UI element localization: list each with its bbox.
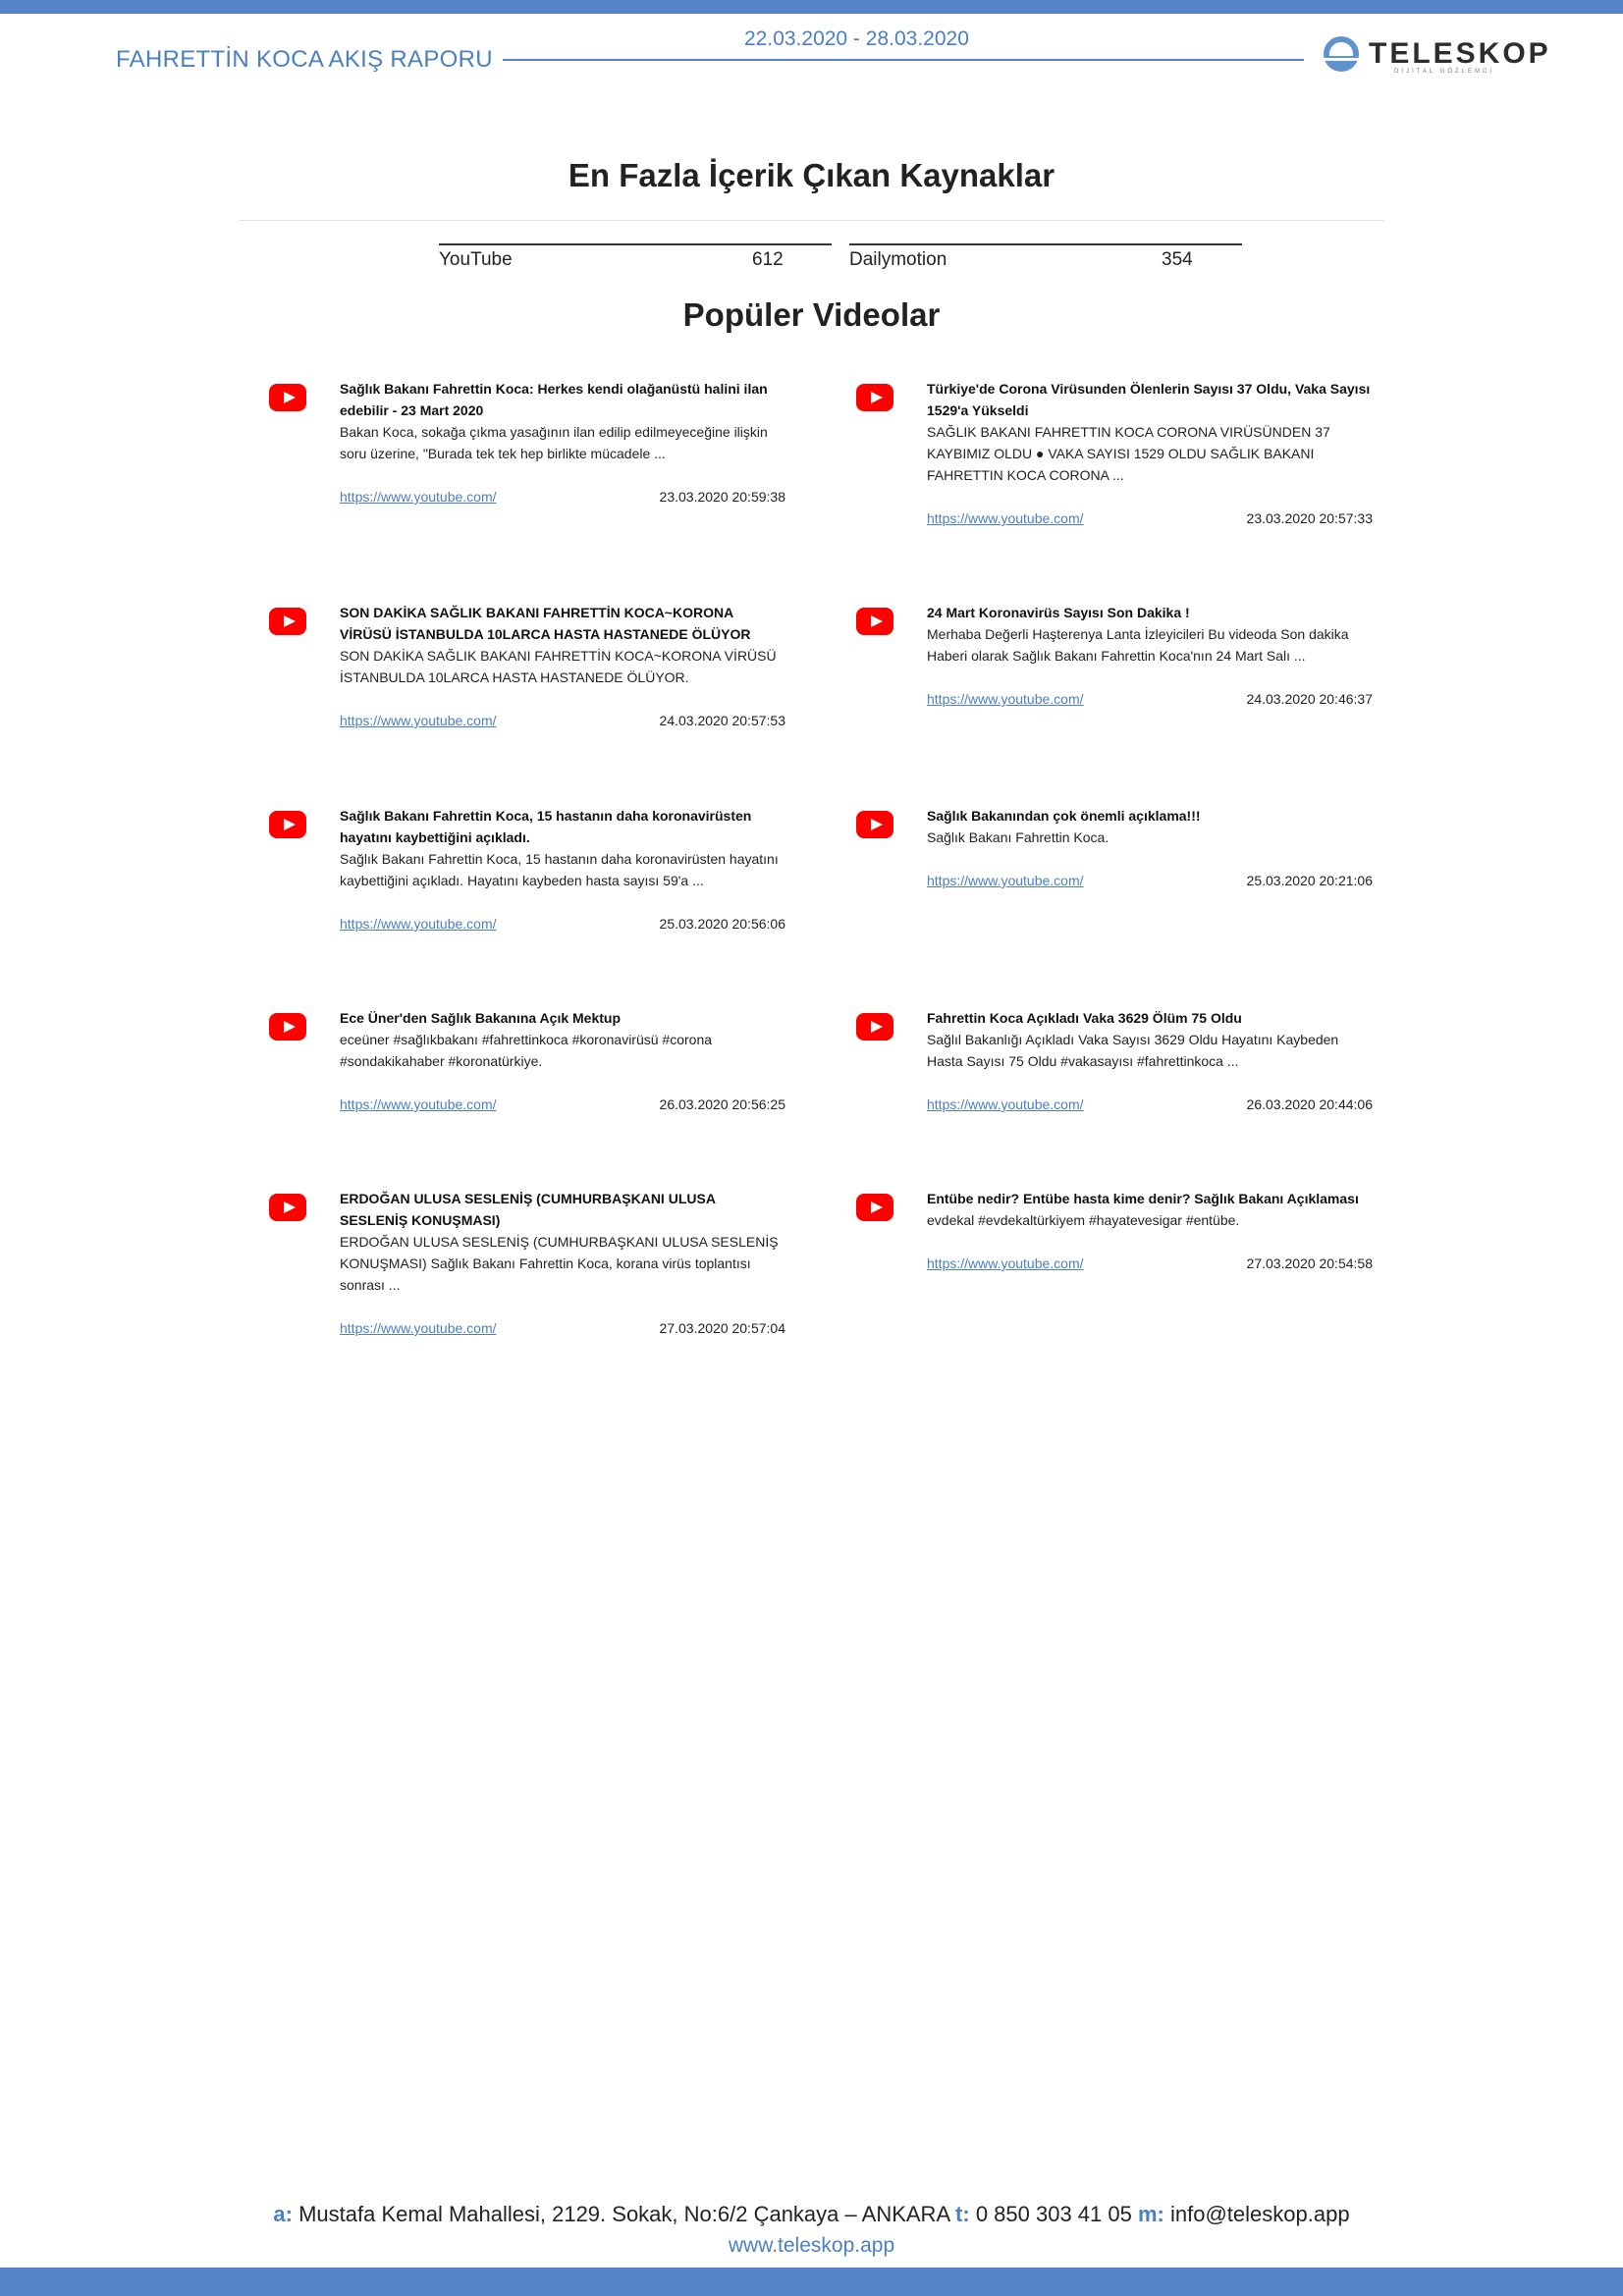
youtube-icon	[856, 811, 893, 838]
video-item: Fahrettin Koca Açıkladı Vaka 3629 Ölüm 7…	[927, 1007, 1373, 1115]
top-accent-bar	[0, 0, 1623, 14]
video-date: 26.03.2020 20:44:06	[1246, 1096, 1373, 1112]
video-link[interactable]: https://www.youtube.com/	[927, 870, 1084, 891]
video-date: 23.03.2020 20:57:33	[1246, 510, 1373, 526]
video-description: Sağlık Bakanı Fahrettin Koca, 15 hastanı…	[340, 851, 779, 888]
youtube-icon	[269, 811, 306, 838]
footer-address: Mustafa Kemal Mahallesi, 2129. Sokak, No…	[298, 2202, 949, 2226]
video-description: evdekal #evdekaltürkiyem #hayatevesigar …	[927, 1212, 1240, 1228]
video-date: 25.03.2020 20:56:06	[659, 916, 785, 932]
video-link[interactable]: https://www.youtube.com/	[340, 486, 497, 507]
video-link[interactable]: https://www.youtube.com/	[927, 1094, 1084, 1115]
video-title[interactable]: Sağlık Bakanı Fahrettin Koca, 15 hastanı…	[340, 805, 785, 848]
youtube-icon	[269, 1013, 306, 1041]
source-item-youtube: YouTube 612	[439, 243, 832, 270]
video-link[interactable]: https://www.youtube.com/	[340, 1317, 497, 1339]
video-item: 24 Mart Koronavirüs Sayısı Son Dakika ! …	[927, 602, 1373, 710]
footer-contact: a: Mustafa Kemal Mahallesi, 2129. Sokak,…	[0, 2202, 1623, 2227]
video-description: ERDOĞAN ULUSA SESLENİŞ (CUMHURBAŞKANI UL…	[340, 1234, 779, 1293]
source-item-dailymotion: Dailymotion 354	[849, 243, 1242, 270]
source-count: 612	[752, 249, 784, 270]
video-item: Entübe nedir? Entübe hasta kime denir? S…	[927, 1188, 1373, 1274]
logo-subtext: DİJİTAL GÖZLEMCİ	[1394, 69, 1495, 75]
video-title[interactable]: Entübe nedir? Entübe hasta kime denir? S…	[927, 1188, 1373, 1209]
video-description: Sağlık Bakanı Fahrettin Koca.	[927, 829, 1109, 845]
source-name: Dailymotion	[849, 249, 947, 270]
footer-phone[interactable]: 0 850 303 41 05	[976, 2202, 1132, 2226]
footer-email[interactable]: info@teleskop.app	[1170, 2202, 1350, 2226]
video-title[interactable]: SON DAKİKA SAĞLIK BAKANI FAHRETTİN KOCA~…	[340, 602, 785, 645]
video-date: 27.03.2020 20:57:04	[659, 1320, 785, 1336]
video-link[interactable]: https://www.youtube.com/	[927, 688, 1084, 710]
video-item: Türkiye'de Corona Virüsunden Ölenlerin S…	[927, 378, 1373, 529]
video-link[interactable]: https://www.youtube.com/	[340, 710, 497, 731]
youtube-icon	[269, 384, 306, 411]
header-divider	[503, 59, 1304, 61]
video-date: 25.03.2020 20:21:06	[1246, 873, 1373, 888]
video-item: Sağlık Bakanından çok önemli açıklama!!!…	[927, 805, 1373, 891]
video-item: SON DAKİKA SAĞLIK BAKANI FAHRETTİN KOCA~…	[340, 602, 785, 731]
email-label: m:	[1137, 2202, 1164, 2226]
footer-website[interactable]: www.teleskop.app	[0, 2234, 1623, 2258]
sources-title: En Fazla İçerik Çıkan Kaynaklar	[568, 157, 1055, 193]
video-title[interactable]: ERDOĞAN ULUSA SESLENİŞ (CUMHURBAŞKANI UL…	[340, 1188, 785, 1231]
teleskop-logo: TELESKOP DİJİTAL GÖZLEMCİ	[1324, 33, 1548, 79]
video-link[interactable]: https://www.youtube.com/	[340, 913, 497, 934]
source-name: YouTube	[439, 249, 513, 270]
video-date: 26.03.2020 20:56:25	[659, 1096, 785, 1112]
video-title[interactable]: Ece Üner'den Sağlık Bakanına Açık Mektup	[340, 1007, 785, 1029]
video-description: eceüner #sağlıkbakanı #fahrettinkoca #ko…	[340, 1032, 713, 1069]
sources-divider	[239, 220, 1384, 221]
video-link[interactable]: https://www.youtube.com/	[927, 507, 1084, 529]
youtube-icon	[856, 608, 893, 635]
video-date: 24.03.2020 20:57:53	[659, 713, 785, 728]
bottom-accent-bar	[0, 2268, 1623, 2296]
videos-title: Popüler Videolar	[682, 296, 941, 333]
youtube-icon	[856, 384, 893, 411]
video-title[interactable]: Türkiye'de Corona Virüsunden Ölenlerin S…	[927, 378, 1373, 421]
video-description: SON DAKİKA SAĞLIK BAKANI FAHRETTİN KOCA~…	[340, 648, 777, 685]
video-description: Sağlıl Bakanlığı Açıkladı Vaka Sayısı 36…	[927, 1032, 1339, 1069]
video-title[interactable]: Sağlık Bakanından çok önemli açıklama!!!	[927, 805, 1373, 827]
telescope-dome-icon	[1324, 36, 1359, 72]
video-date: 23.03.2020 20:59:38	[659, 489, 785, 505]
video-title[interactable]: 24 Mart Koronavirüs Sayısı Son Dakika !	[927, 602, 1373, 623]
video-link[interactable]: https://www.youtube.com/	[340, 1094, 497, 1115]
video-description: SAĞLIK BAKANI FAHRETTIN KOCA CORONA VIRÜ…	[927, 424, 1330, 483]
video-item: ERDOĞAN ULUSA SESLENİŞ (CUMHURBAŞKANI UL…	[340, 1188, 785, 1339]
youtube-icon	[856, 1013, 893, 1041]
video-item: Ece Üner'den Sağlık Bakanına Açık Mektup…	[340, 1007, 785, 1115]
video-description: Bakan Koca, sokağa çıkma yasağının ilan …	[340, 424, 768, 461]
date-range: 22.03.2020 - 28.03.2020	[744, 27, 969, 50]
logo-text: TELESKOP	[1369, 37, 1551, 70]
video-item: Sağlık Bakanı Fahrettin Koca: Herkes ken…	[340, 378, 785, 507]
phone-label: t:	[955, 2202, 970, 2226]
video-description: Merhaba Değerli Haşterenya Lanta İzleyic…	[927, 626, 1349, 664]
address-label: a:	[273, 2202, 293, 2226]
video-item: Sağlık Bakanı Fahrettin Koca, 15 hastanı…	[340, 805, 785, 934]
video-link[interactable]: https://www.youtube.com/	[927, 1253, 1084, 1274]
youtube-icon	[269, 608, 306, 635]
report-title: FAHRETTİN KOCA AKIŞ RAPORU	[116, 46, 493, 73]
video-date: 24.03.2020 20:46:37	[1246, 691, 1373, 707]
video-title[interactable]: Fahrettin Koca Açıkladı Vaka 3629 Ölüm 7…	[927, 1007, 1373, 1029]
source-count: 354	[1162, 249, 1193, 270]
video-date: 27.03.2020 20:54:58	[1246, 1255, 1373, 1271]
video-title[interactable]: Sağlık Bakanı Fahrettin Koca: Herkes ken…	[340, 378, 785, 421]
youtube-icon	[269, 1194, 306, 1221]
youtube-icon	[856, 1194, 893, 1221]
